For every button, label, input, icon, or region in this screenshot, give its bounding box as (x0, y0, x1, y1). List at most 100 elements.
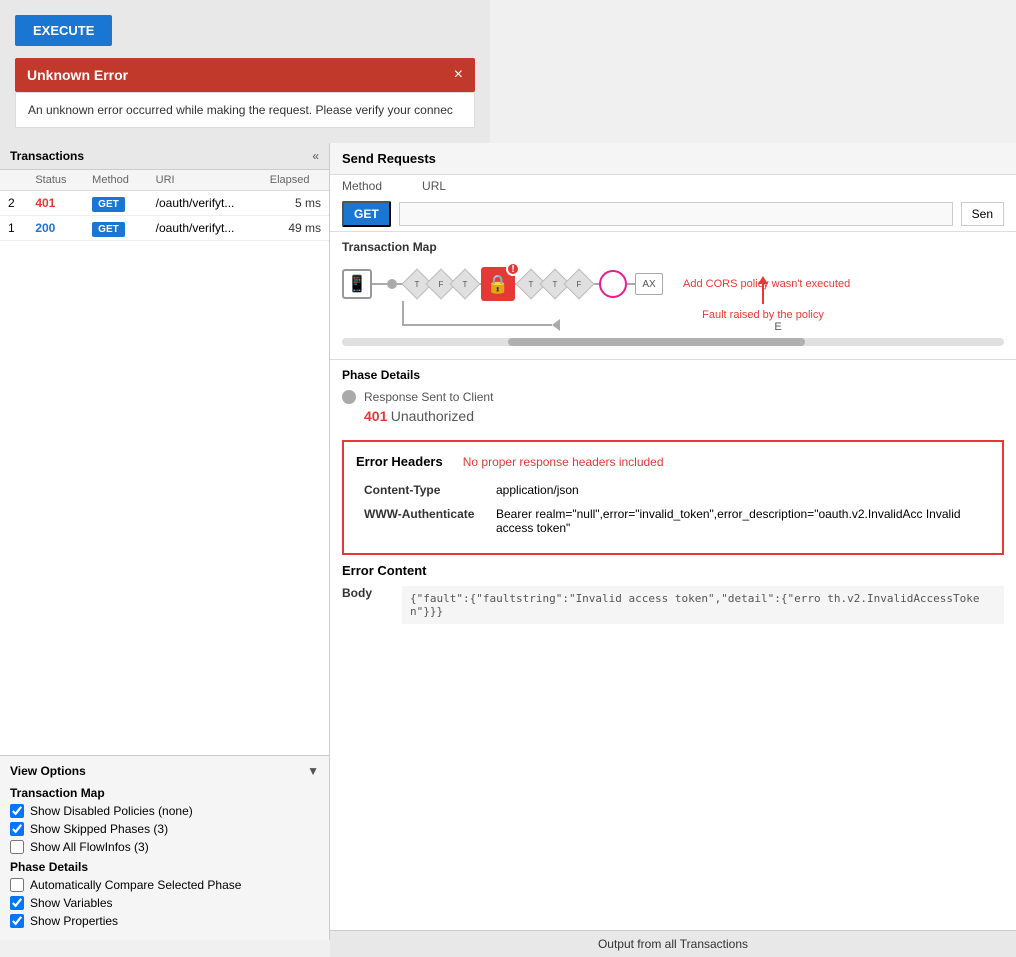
auto-compare-checkbox[interactable] (10, 878, 24, 892)
col-uri: URI (148, 170, 262, 191)
lock-icon: 🔒 ! (481, 267, 515, 301)
diamond-group-1: T F T (405, 273, 477, 295)
pink-circle (599, 270, 627, 298)
show-flowinfos-row: Show All FlowInfos (3) (10, 840, 319, 854)
device-icon: 📱 (342, 269, 372, 299)
content-type-label: Content-Type (358, 479, 488, 501)
error-details-box: Error Headers No proper response headers… (342, 440, 1004, 555)
transaction-map-section-label: Transaction Map (10, 786, 319, 800)
row-status: 401 (27, 191, 84, 216)
www-auth-value: Bearer realm="null",error="invalid_token… (490, 503, 988, 539)
table-row[interactable]: 1 200 GET /oauth/verifyt... 49 ms (0, 216, 329, 241)
row-uri: /oauth/verifyt... (148, 216, 262, 241)
scrollbar-thumb[interactable] (508, 338, 806, 346)
status-text: Unauthorized (391, 408, 474, 424)
row-method: GET (84, 216, 148, 241)
output-text: Output from all Transactions (598, 937, 748, 951)
row-uri: /oauth/verifyt... (148, 191, 262, 216)
body-row: Body {"fault":{"faultstring":"Invalid ac… (342, 586, 1004, 624)
error-content-section: Error Content Body {"fault":{"faultstrin… (330, 563, 1016, 636)
url-input-row: GET Sen (330, 197, 1016, 231)
view-options-collapse-icon[interactable]: ▼ (307, 764, 319, 778)
row-num: 1 (0, 216, 27, 241)
status-code: 401 (364, 408, 387, 424)
show-flowinfos-checkbox[interactable] (10, 840, 24, 854)
flow-line-1 (372, 283, 387, 285)
return-arrow-head (552, 319, 560, 331)
fault-arrowhead-up (758, 276, 768, 284)
phase-name-text: Response Sent to Client (364, 390, 493, 404)
error-banner: Unknown Error × (15, 58, 475, 92)
method-url-labels: Method URL (330, 175, 1016, 197)
diamond-t2: T (449, 268, 480, 299)
phase-status: 401 Unauthorized (342, 404, 1004, 424)
col-num (0, 170, 27, 191)
view-options-title: View Options (10, 764, 86, 778)
show-disabled-row: Show Disabled Policies (none) (10, 804, 319, 818)
row-status: 200 (27, 216, 84, 241)
show-flowinfos-label: Show All FlowInfos (3) (30, 840, 149, 854)
show-disabled-checkbox[interactable] (10, 804, 24, 818)
show-properties-checkbox[interactable] (10, 914, 24, 928)
error-headers-title: Error Headers (356, 454, 443, 469)
transactions-title: Transactions (10, 149, 84, 163)
url-input[interactable] (399, 202, 953, 226)
fault-text: Fault raised by the policy (702, 309, 824, 321)
scrollbar-area[interactable] (342, 338, 1004, 346)
col-elapsed: Elapsed (262, 170, 329, 191)
execute-button[interactable]: EXECUTE (15, 15, 112, 46)
phase-details-title: Phase Details (342, 368, 1004, 382)
content-type-value: application/json (490, 479, 988, 501)
diamond-group-2: T T F (519, 273, 591, 295)
collapse-button[interactable]: « (312, 149, 319, 163)
col-method: Method (84, 170, 148, 191)
right-panel: Send Requests Method URL GET Sen Transac… (330, 143, 1016, 940)
url-label: URL (422, 179, 446, 193)
main-layout: Transactions « Status Method URI Elapsed… (0, 143, 1016, 940)
transactions-header: Transactions « (0, 143, 329, 170)
auto-compare-label: Automatically Compare Selected Phase (30, 878, 241, 892)
show-skipped-row: Show Skipped Phases (3) (10, 822, 319, 836)
show-properties-row: Show Properties (10, 914, 319, 928)
flow-line-6 (627, 283, 635, 285)
error-message: An unknown error occurred while making t… (15, 92, 475, 128)
phase-name: Response Sent to Client (342, 390, 1004, 404)
e-label: E (552, 321, 1004, 333)
show-skipped-checkbox[interactable] (10, 822, 24, 836)
body-label: Body (342, 586, 392, 624)
lock-icon-wrapper: 🔒 ! (481, 267, 515, 301)
www-auth-row: WWW-Authenticate Bearer realm="null",err… (358, 503, 988, 539)
fault-arrow-line (762, 284, 764, 304)
transactions-table: Status Method URI Elapsed 2 401 GET /oau… (0, 170, 329, 241)
view-options-header: View Options ▼ (10, 764, 319, 778)
error-table: Content-Type application/json WWW-Authen… (356, 477, 990, 541)
error-title: Unknown Error (27, 67, 128, 83)
method-label: Method (342, 179, 382, 193)
phase-dot (342, 390, 356, 404)
table-row[interactable]: 2 401 GET /oauth/verifyt... 5 ms (0, 191, 329, 216)
show-variables-checkbox[interactable] (10, 896, 24, 910)
error-badge: ! (506, 262, 520, 276)
transaction-map-title: Transaction Map (342, 240, 1004, 254)
show-variables-row: Show Variables (10, 896, 319, 910)
no-headers-warning: No proper response headers included (463, 455, 664, 469)
diamond-f2: F (563, 268, 594, 299)
gray-dot-1 (387, 279, 397, 289)
top-area: EXECUTE Unknown Error × An unknown error… (0, 0, 490, 143)
show-disabled-label: Show Disabled Policies (none) (30, 804, 193, 818)
view-options: View Options ▼ Transaction Map Show Disa… (0, 755, 329, 940)
get-method-button[interactable]: GET (342, 201, 391, 227)
phase-details-section-label: Phase Details (10, 860, 319, 874)
ax-box: AX (635, 273, 663, 295)
content-type-row: Content-Type application/json (358, 479, 988, 501)
close-icon[interactable]: × (454, 66, 463, 84)
send-requests-header: Send Requests (330, 143, 1016, 175)
error-content-title: Error Content (342, 563, 1004, 578)
left-panel: Transactions « Status Method URI Elapsed… (0, 143, 330, 940)
www-auth-label: WWW-Authenticate (358, 503, 488, 539)
row-elapsed: 5 ms (262, 191, 329, 216)
auto-compare-row: Automatically Compare Selected Phase (10, 878, 319, 892)
transaction-map-section: Transaction Map 📱 T F T (330, 231, 1016, 359)
error-header-row: Error Headers No proper response headers… (356, 454, 990, 469)
send-button[interactable]: Sen (961, 202, 1004, 226)
